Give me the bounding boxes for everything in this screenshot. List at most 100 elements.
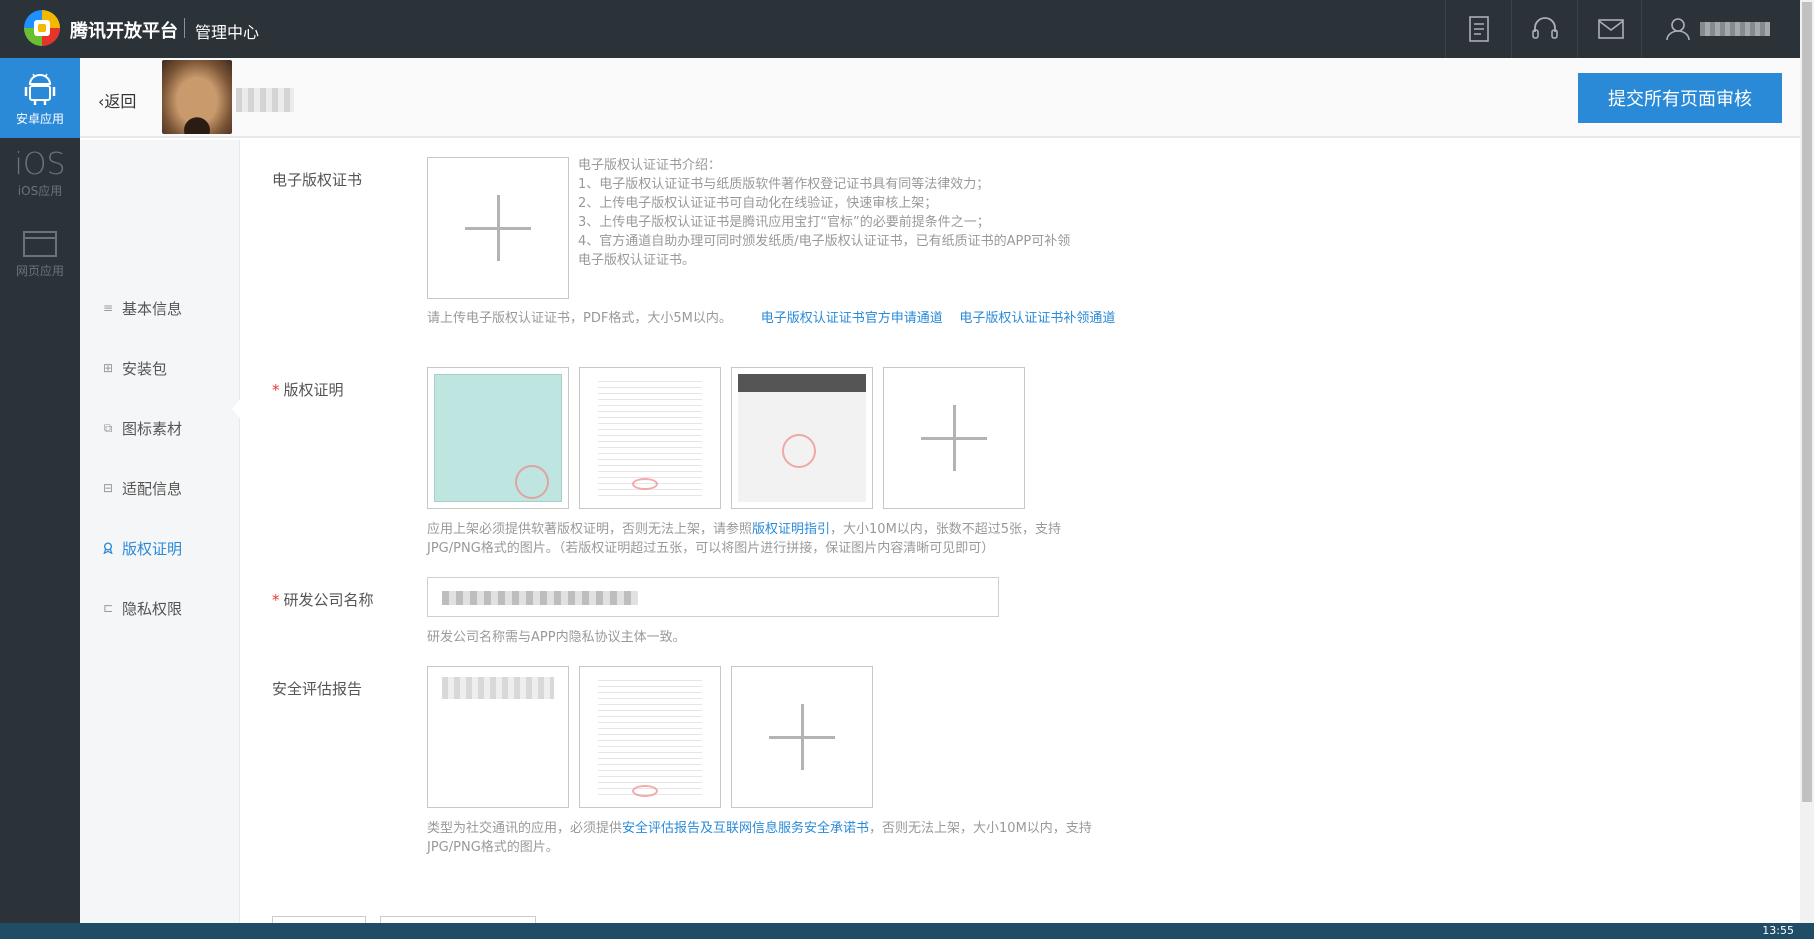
seal-stamp: [515, 465, 549, 499]
taskbar-clock: 13:55: [1762, 924, 1794, 937]
nav-item-label: 版权证明: [122, 539, 183, 558]
security-hint-post: ，否则无法上架，大小10M以内，支持: [869, 821, 1092, 836]
brand-subtitle: 管理中心: [195, 23, 260, 42]
nav-item-privacy[interactable]: ⊏ 隐私权限: [80, 588, 240, 628]
mail-icon[interactable]: [1577, 0, 1643, 58]
webpage-thumbnail: [738, 374, 866, 502]
copyright-image-3[interactable]: [731, 367, 873, 509]
app-header: [80, 58, 1800, 138]
intro-line: 电子版权认证证书。: [578, 253, 696, 268]
nav-item-label: 适配信息: [122, 479, 183, 498]
seal-stamp: [632, 478, 658, 490]
app-name-redacted: [236, 88, 294, 112]
rail-item-ios[interactable]: iOS iOS应用: [0, 138, 80, 218]
security-hint-line2: JPG/PNG格式的图片。: [427, 840, 559, 855]
document-icon[interactable]: [1445, 0, 1511, 58]
user-icon: [1666, 18, 1690, 41]
rail-item-android[interactable]: 安卓应用: [0, 58, 80, 138]
brand-name: 腾讯开放平台: [70, 21, 178, 42]
redacted-thumbnail: [442, 677, 554, 699]
package-icon: ⊞: [102, 361, 114, 375]
company-hint: 研发公司名称需与APP内隐私协议主体一致。: [427, 630, 686, 645]
rail-item-label: 安卓应用: [15, 112, 64, 126]
app-avatar: [162, 60, 232, 134]
ecert-hint: 请上传电子版权认证证书，PDF格式，大小5M以内。 电子版权认证证书官方申请通道…: [427, 309, 1147, 328]
nav-item-adaptation[interactable]: ⊟ 适配信息: [80, 468, 240, 508]
top-navigation-bar: 腾讯开放平台 管理中心: [0, 0, 1814, 58]
certificate-thumbnail: [434, 374, 562, 502]
back-button[interactable]: ‹返回: [98, 88, 136, 112]
company-name-input[interactable]: [427, 577, 999, 617]
ios-icon: iOS: [14, 147, 66, 182]
ecert-intro: 电子版权认证证书介绍： 1、电子版权认证证书与纸质版软件著作权登记证书具有同等法…: [578, 156, 1108, 270]
security-upload-box[interactable]: [731, 666, 873, 808]
intro-line: 4、官方通道自助办理可同时颁发纸质/电子版权认证证书，已有纸质证书的APP可补领: [578, 234, 1071, 249]
copyright-hint-post: ，大小10M以内，张数不超过5张，支持: [830, 522, 1062, 537]
privacy-icon: ⊏: [102, 601, 114, 615]
rail-item-label: 网页应用: [15, 264, 64, 278]
scrollbar-thumb[interactable]: [1802, 2, 1812, 802]
back-label: 返回: [104, 92, 137, 111]
rail-item-label: iOS应用: [17, 184, 63, 198]
platform-rail: 安卓应用 iOS iOS应用 网页应用: [0, 58, 80, 923]
ecert-hint-text: 请上传电子版权认证证书，PDF格式，大小5M以内。: [427, 311, 732, 326]
copyright-hint-pre: 应用上架必须提供软著版权证明，否则无法上架，请参照: [427, 522, 753, 537]
nav-item-icon-assets[interactable]: ⧉ 图标素材: [80, 408, 240, 448]
nav-item-copyright[interactable]: 版权证明: [80, 528, 240, 568]
nav-item-label: 基本信息: [122, 299, 183, 318]
rail-item-webpage[interactable]: 网页应用: [0, 218, 80, 298]
ecert-label: 电子版权证书: [272, 171, 363, 189]
copyright-image-2[interactable]: [579, 367, 721, 509]
required-mark: *: [272, 381, 280, 399]
intro-line: 3、上传电子版权认证证书是腾讯应用宝打“官标”的必要前提条件之一；: [578, 215, 990, 230]
security-image-2[interactable]: [579, 666, 721, 808]
seal-stamp: [632, 785, 658, 797]
copyright-upload-box[interactable]: [883, 367, 1025, 509]
plus-icon: [465, 195, 531, 261]
plus-icon: [769, 704, 835, 770]
webpage-icon: [23, 231, 57, 257]
security-hint-pre: 类型为社交通讯的应用，必须提供: [427, 821, 623, 836]
document-thumbnail: [598, 675, 702, 799]
nav-item-label: 隐私权限: [122, 599, 183, 618]
intro-line: 2、上传电子版权认证证书可自动化在线验证，快速审核上架；: [578, 196, 938, 211]
user-name-redacted: [1700, 22, 1770, 36]
tencent-logo-icon[interactable]: [22, 8, 62, 48]
copyright-image-1[interactable]: [427, 367, 569, 509]
adapt-icon: ⊟: [102, 481, 114, 495]
copyright-hint-line2: JPG/PNG格式的图片。（若版权证明超过五张，可以将图片进行拼接，保证图片内容…: [427, 541, 995, 556]
active-nav-caret: [232, 397, 242, 421]
os-taskbar: [0, 923, 1814, 939]
required-mark: *: [272, 591, 280, 609]
copyright-hint: 应用上架必须提供软著版权证明，否则无法上架，请参照版权证明指引，大小10M以内，…: [427, 520, 1147, 558]
user-menu[interactable]: [1641, 0, 1801, 58]
security-label: 安全评估报告: [272, 680, 363, 698]
ecert-upload-box[interactable]: [427, 157, 569, 299]
thumbnail-header: [738, 374, 866, 392]
security-image-1[interactable]: [427, 666, 569, 808]
nav-item-package[interactable]: ⊞ 安装包: [80, 348, 240, 388]
android-icon: [24, 73, 56, 105]
plus-icon: [921, 405, 987, 471]
seal-stamp: [782, 434, 816, 468]
section-nav: ≡ 基本信息 ⊞ 安装包 ⧉ 图标素材 ⊟ 适配信息 版权证明 ⊏ 隐私权限: [80, 140, 240, 923]
copyright-guide-link[interactable]: 版权证明指引: [752, 522, 830, 537]
copyright-label-text: 版权证明: [283, 381, 344, 399]
image-icon: ⧉: [103, 421, 113, 435]
copyright-label: * 版权证明: [272, 379, 344, 400]
submit-all-review-button[interactable]: 提交所有页面审核: [1578, 73, 1782, 123]
ribbon-icon: [103, 542, 113, 554]
company-label: * 研发公司名称: [272, 589, 374, 610]
intro-line: 1、电子版权认证证书与纸质版软件著作权登记证书具有同等法律效力；: [578, 177, 990, 192]
list-icon: ≡: [102, 301, 114, 315]
nav-item-basic-info[interactable]: ≡ 基本信息: [80, 288, 240, 328]
security-hint: 类型为社交通讯的应用，必须提供安全评估报告及互联网信息服务安全承诺书，否则无法上…: [427, 819, 1147, 857]
nav-item-label: 安装包: [122, 359, 168, 378]
headset-icon[interactable]: [1511, 0, 1577, 58]
ecert-apply-link[interactable]: 电子版权认证证书官方申请通道: [761, 311, 943, 326]
company-name-redacted: [442, 591, 638, 605]
ecert-reissue-link[interactable]: 电子版权认证证书补领通道: [959, 311, 1115, 326]
security-report-link[interactable]: 安全评估报告及互联网信息服务安全承诺书: [622, 821, 869, 836]
brand-divider: [184, 18, 185, 38]
intro-line: 电子版权认证证书介绍：: [578, 158, 722, 173]
